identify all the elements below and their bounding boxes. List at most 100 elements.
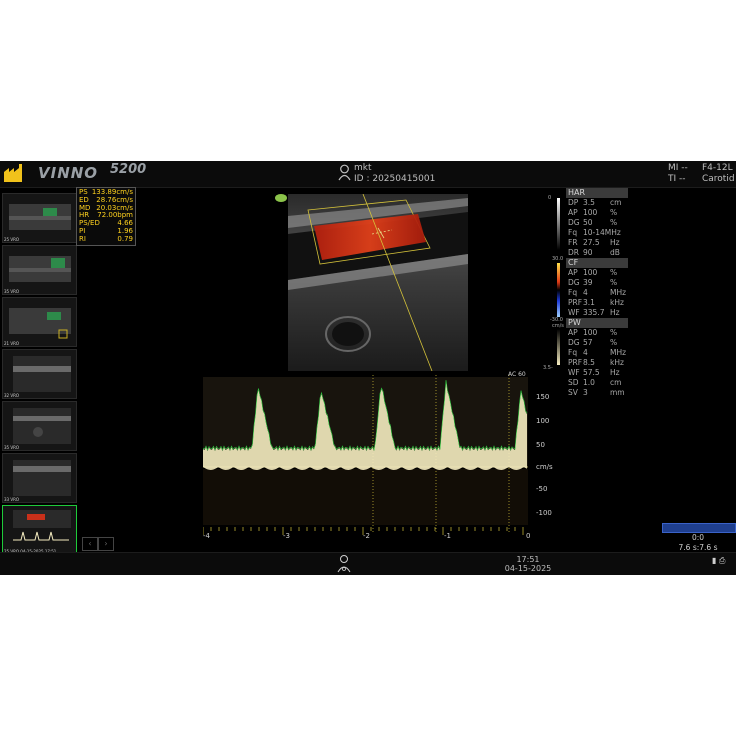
param-key: AP <box>568 268 578 277</box>
cf-header: CF <box>566 258 628 268</box>
clock: 17:51 04-15-2025 <box>500 555 556 573</box>
param-unit: mm <box>610 388 625 397</box>
param-row: WF 335.7 Hz <box>566 308 628 318</box>
param-row: DP 3.5 cm <box>566 198 628 208</box>
param-row: AP 100% <box>566 328 628 338</box>
param-key: SD <box>568 378 579 387</box>
param-key: AP <box>568 328 578 337</box>
measurement-row: RI 0.79 <box>79 234 133 243</box>
ultrasound-image <box>288 194 468 371</box>
thumbnail-image <box>9 256 71 282</box>
param-row: PRF 8.5 kHz <box>566 358 628 368</box>
param-unit: MHz <box>610 348 627 357</box>
param-value: 10-14MHz <box>583 228 621 237</box>
param-row: Fq 4 MHz <box>566 348 628 358</box>
thumbnail[interactable]: 25 VRO <box>2 193 77 243</box>
thumbnail-image <box>13 356 71 392</box>
param-row: AP 100% <box>566 268 628 278</box>
thumbnail-label: 35 VRO <box>4 445 20 450</box>
param-key: Fq <box>568 288 578 297</box>
param-unit: % <box>610 208 618 217</box>
param-unit <box>610 228 628 238</box>
patient-id: ID : 20250415001 <box>354 174 436 184</box>
patient-info[interactable]: mkt ID : 20250415001 <box>354 163 435 185</box>
mi-index: MI -- <box>668 163 688 173</box>
param-value: 57 <box>583 338 593 347</box>
user-icon[interactable] <box>338 164 351 181</box>
param-row: AP 100% <box>566 208 628 218</box>
param-value: 1.0 <box>583 378 595 387</box>
thumbnail[interactable]: 35 VRO <box>2 401 77 451</box>
doctor-icon[interactable] <box>336 554 352 574</box>
param-value: 50 <box>583 218 593 227</box>
thumbnail[interactable]: 33 VRO <box>2 453 77 503</box>
clock-time: 17:51 <box>516 555 540 564</box>
param-key: DR <box>568 248 579 257</box>
param-key: Fq <box>568 348 578 357</box>
param-row: Fq 4 MHz <box>566 288 628 298</box>
x-tick: -2 <box>363 532 370 540</box>
thumbnail[interactable]: 35 VRO <box>2 245 77 295</box>
pw-gray-bar <box>557 329 560 365</box>
thumbnail[interactable]: 21 VRO <box>2 297 77 347</box>
param-key: WF <box>568 368 580 377</box>
param-value: 4 <box>583 288 588 297</box>
prev-page-button[interactable]: ‹ <box>82 537 98 551</box>
print-icon[interactable]: ⎙ <box>719 556 725 565</box>
param-value: 27.5 <box>583 238 600 247</box>
param-row: SD 1.0 cm <box>566 378 628 388</box>
param-unit: % <box>610 338 618 347</box>
y-tick: 150 <box>536 393 550 401</box>
thumbnail-label: 32 VRO <box>4 393 20 398</box>
cine-progress-bar[interactable] <box>662 523 736 533</box>
ti-index: TI -- <box>668 174 686 184</box>
param-unit: % <box>610 218 618 227</box>
param-key: FR <box>568 238 578 247</box>
header-bar: VINNO 5200 mkt ID : 20250415001 MI -- TI… <box>0 161 736 188</box>
y-tick: -100 <box>536 509 552 517</box>
param-value: 3 <box>583 388 588 397</box>
param-unit: kHz <box>610 298 624 307</box>
param-row: PRF 3.1 kHz <box>566 298 628 308</box>
probe-model: F4-12L <box>702 163 733 173</box>
param-value: 3.5 <box>583 198 595 207</box>
param-value: 90 <box>583 248 593 257</box>
thumbnail-label: 35 VRO <box>4 289 20 294</box>
exam-preset: Carotid <box>702 174 735 184</box>
probe-icon: ▮ <box>712 556 717 565</box>
param-unit: MHz <box>610 288 627 297</box>
brand-name: VINNO <box>38 164 99 182</box>
cine-sweep[interactable]: 0:0 7.6 s:7.6 s <box>662 523 736 553</box>
thumbnail-label: 21 VRO <box>4 341 20 346</box>
x-tick: -1 <box>444 532 451 540</box>
brand-model: 5200 <box>110 162 147 177</box>
colorbar-top-label: 30.0 <box>552 256 564 262</box>
thumbnail[interactable]: 32 VRO <box>2 349 77 399</box>
cine-position: 0:0 <box>691 533 705 542</box>
param-value: 3.1 <box>583 298 595 307</box>
probe-info: MI -- TI -- F4-12L Carotid <box>668 163 735 185</box>
spectrum-waveform <box>202 375 528 535</box>
param-key: PRF <box>568 298 583 307</box>
y-tick: 50 <box>536 441 545 449</box>
x-tick: -3 <box>283 532 290 540</box>
thumbnail-active[interactable]: 25 VRO 04-15-2025 17:51 <box>2 505 77 555</box>
param-key: AP <box>568 208 578 217</box>
param-unit: % <box>610 268 618 277</box>
param-unit: Hz <box>610 238 620 247</box>
param-unit: Hz <box>610 308 620 317</box>
pw-header: PW <box>566 318 628 328</box>
measurement-panel: PS 133.89cm/s ED 28.76cm/s MD 20.03cm/s HR 7… <box>76 187 136 246</box>
param-unit: Hz <box>610 368 620 377</box>
param-value: 100 <box>583 268 598 277</box>
ultrasound-screen: VINNO 5200 mkt ID : 20250415001 MI -- TI… <box>0 161 736 575</box>
param-key: SV <box>568 388 578 397</box>
x-tick: 0 <box>526 532 531 540</box>
param-row: DG 39% <box>566 278 628 288</box>
param-key: WF <box>568 308 580 317</box>
param-unit: cm <box>610 378 622 387</box>
next-page-button[interactable]: › <box>98 537 114 551</box>
param-key: DG <box>568 218 580 227</box>
gray-scale-bar <box>557 198 560 250</box>
probe-orientation-icon <box>275 194 287 202</box>
